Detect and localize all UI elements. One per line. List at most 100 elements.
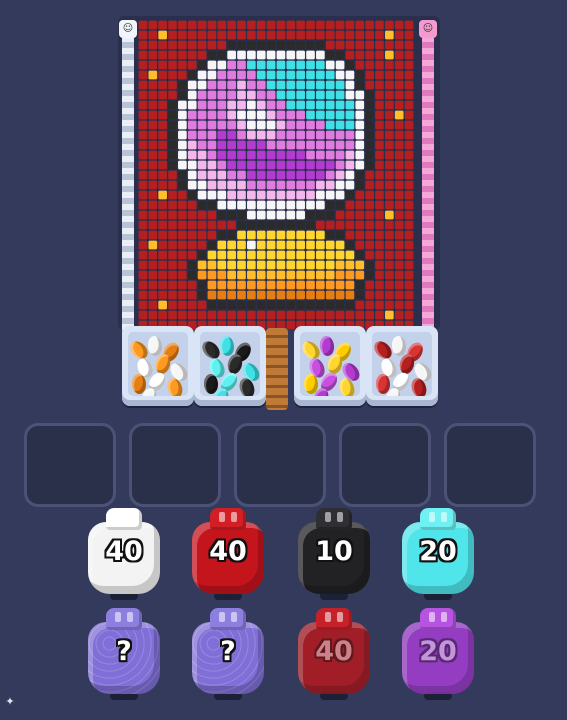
empty-slot[interactable] (129, 423, 221, 507)
pixel-block (404, 140, 414, 150)
pixel-block (187, 310, 197, 320)
pixel-block (276, 140, 286, 150)
pixel-block (404, 230, 414, 240)
pixel-block (345, 80, 355, 90)
pixel-block (197, 130, 207, 140)
pixel-block (286, 90, 296, 100)
pixel-block (237, 120, 246, 130)
pixel-block (365, 20, 374, 30)
bean-jar[interactable]: 40 (88, 508, 160, 600)
pixel-block (158, 30, 167, 40)
pixel-block (385, 170, 394, 180)
pixel-block (168, 210, 177, 220)
pixel-block (148, 310, 158, 320)
pixel-block (355, 260, 365, 270)
pixel-block (227, 290, 236, 300)
pixel-block (385, 120, 394, 130)
pixel-block (286, 270, 296, 280)
pixel-block (217, 50, 227, 60)
pixel-block (385, 310, 394, 320)
bean-bin-black-cyan[interactable] (194, 326, 266, 406)
pixel-block (325, 100, 335, 110)
pixel-block (335, 230, 345, 240)
pixel-block (227, 50, 236, 60)
pixel-block (207, 40, 217, 50)
pixel-block (217, 270, 227, 280)
pixel-block (266, 140, 276, 150)
pixel-block (404, 300, 414, 310)
pixel-block (227, 60, 236, 70)
pixel-block (385, 80, 394, 90)
pixel-block (266, 110, 276, 120)
pixel-block (306, 150, 315, 160)
pixel-block (394, 50, 404, 60)
pixel-block (256, 260, 266, 270)
pixel-block (178, 50, 187, 60)
pixel-block (335, 50, 345, 60)
pixel-block (385, 50, 394, 60)
bean-bin-red-white[interactable] (366, 326, 438, 406)
pixel-block (266, 170, 276, 180)
bean-jar[interactable]: 40 (298, 608, 370, 700)
pixel-block (237, 30, 246, 40)
pixel-block (158, 100, 167, 110)
pixel-block (276, 230, 286, 240)
pixel-block (404, 20, 414, 30)
bean-jar[interactable]: 20 (402, 508, 474, 600)
empty-slot[interactable] (339, 423, 431, 507)
pixel-block (148, 230, 158, 240)
pixel-block (237, 240, 246, 250)
pixel-block (247, 120, 256, 130)
empty-slot[interactable] (444, 423, 536, 507)
pixel-block (365, 260, 374, 270)
pixel-block (256, 290, 266, 300)
pixel-block (168, 70, 177, 80)
pixel-block (256, 280, 266, 290)
pixel-block (355, 300, 365, 310)
pixel-block (217, 250, 227, 260)
pixel-block (335, 150, 345, 160)
pixel-block (306, 170, 315, 180)
pixel-block (227, 120, 236, 130)
pixel-block (217, 280, 227, 290)
pixel-block (355, 170, 365, 180)
pixel-block (158, 80, 167, 90)
pixel-block (187, 230, 197, 240)
pixel-block (168, 140, 177, 150)
pixel-block (217, 200, 227, 210)
pixel-block (197, 250, 207, 260)
bin-contents (128, 332, 188, 396)
bean-jar[interactable]: 20 (402, 608, 474, 700)
bean-bin-yellow-purple[interactable] (294, 326, 366, 406)
pixel-block (178, 280, 187, 290)
mystery-jar[interactable]: ? (88, 608, 160, 700)
empty-slot[interactable] (24, 423, 116, 507)
pixel-block (138, 180, 148, 190)
pixel-block (394, 150, 404, 160)
pixel-block (247, 20, 256, 30)
pixel-block (394, 130, 404, 140)
pixel-block (296, 290, 305, 300)
pixel-block (325, 240, 335, 250)
bean-jar[interactable]: 10 (298, 508, 370, 600)
pixel-block (178, 220, 187, 230)
pixel-block (138, 170, 148, 180)
pixel-block (197, 20, 207, 30)
pixel-block (345, 200, 355, 210)
pixel-block (325, 200, 335, 210)
pixel-block (306, 40, 315, 50)
pixel-block (276, 290, 286, 300)
mystery-jar[interactable]: ? (192, 608, 264, 700)
pixel-block (197, 310, 207, 320)
pixel-block (345, 70, 355, 80)
empty-slot[interactable] (234, 423, 326, 507)
pixel-block (345, 20, 355, 30)
bean-jar[interactable]: 40 (192, 508, 264, 600)
pixel-block (187, 280, 197, 290)
pixel-block (394, 30, 404, 40)
bean-bin-orange-white[interactable] (122, 326, 194, 406)
pixel-block (345, 130, 355, 140)
pixel-block (158, 250, 167, 260)
pixel-block (325, 50, 335, 60)
pixel-block (385, 300, 394, 310)
